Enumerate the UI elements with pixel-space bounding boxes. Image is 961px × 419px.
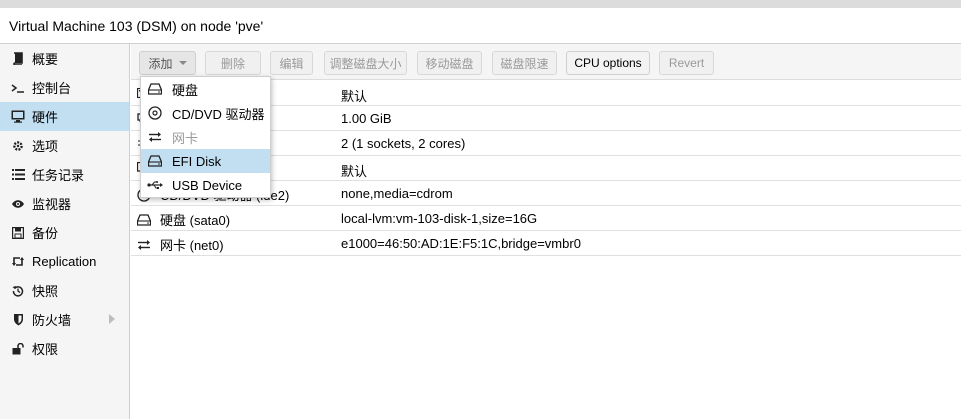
book-icon <box>10 51 26 67</box>
sidebar-item-replication[interactable]: Replication <box>0 247 129 276</box>
sidebar-item-backup[interactable]: 备份 <box>0 218 129 247</box>
window-title: Virtual Machine 103 (DSM) on node 'pve' <box>9 18 264 34</box>
menu-item-harddisk[interactable]: 硬盘 <box>141 77 270 101</box>
add-button-label: 添加 <box>148 56 173 71</box>
sidebar-item-summary[interactable]: 概要 <box>0 44 129 73</box>
move-disk-button[interactable]: 移动磁盘 <box>417 51 482 75</box>
row-value: e1000=46:50:AD:1E:F5:1C,bridge=vmbr0 <box>341 236 581 251</box>
row-value: 1.00 GiB <box>341 111 392 126</box>
shield-icon <box>10 312 26 328</box>
row-value: 2 (1 sockets, 2 cores) <box>341 136 466 151</box>
cdrom-icon <box>147 105 163 121</box>
menu-item-network[interactable]: 网卡 <box>141 125 270 149</box>
row-value: 默认 <box>341 89 368 104</box>
row-value: 默认 <box>341 164 368 179</box>
sidebar-item-hardware[interactable]: 硬件 <box>0 102 129 131</box>
sidebar-item-label: 防火墙 <box>32 313 72 328</box>
add-button[interactable]: 添加 <box>139 51 196 75</box>
menu-item-cdrom[interactable]: CD/DVD 驱动器 <box>141 101 270 125</box>
menu-item-label: 硬盘 <box>172 82 199 98</box>
network-icon <box>147 129 163 145</box>
cpu-options-button[interactable]: CPU options <box>566 51 650 75</box>
add-menu: 硬盘 CD/DVD 驱动器 网卡 EFI Disk USB Device <box>140 76 271 198</box>
sidebar-item-label: 监视器 <box>32 197 72 212</box>
sidebar-item-firewall[interactable]: 防火墙 <box>0 305 129 334</box>
sidebar-item-label: 权限 <box>32 342 59 357</box>
sidebar-item-label: 选项 <box>32 139 59 154</box>
menu-item-label: USB Device <box>172 177 243 193</box>
sidebar: 概要 控制台 硬件 选项 任务记录 监视器 备份 Replication 快照 … <box>0 44 130 419</box>
menu-item-usb-device[interactable]: USB Device <box>141 173 270 197</box>
sidebar-item-monitor[interactable]: 监视器 <box>0 189 129 218</box>
sidebar-item-snapshots[interactable]: 快照 <box>0 276 129 305</box>
sidebar-item-label: 快照 <box>32 284 59 299</box>
table-row[interactable]: 网卡 (net0) e1000=46:50:AD:1E:F5:1C,bridge… <box>131 231 961 256</box>
row-value: local-lvm:vm-103-disk-1,size=16G <box>341 211 538 226</box>
sidebar-item-label: 硬件 <box>32 110 59 125</box>
harddisk-icon <box>147 81 163 97</box>
terminal-icon <box>10 80 26 96</box>
menu-item-efi-disk[interactable]: EFI Disk <box>141 149 270 173</box>
harddisk-icon <box>147 153 163 169</box>
floppy-icon <box>10 225 26 241</box>
harddisk-icon <box>136 212 152 228</box>
retweet-icon <box>10 254 26 270</box>
sidebar-item-console[interactable]: 控制台 <box>0 73 129 102</box>
menu-item-label: CD/DVD 驱动器 <box>172 106 265 122</box>
sidebar-item-label: 控制台 <box>32 81 72 96</box>
top-strip <box>0 0 961 8</box>
unlock-icon <box>10 341 26 357</box>
menu-item-label: 网卡 <box>172 130 199 146</box>
disk-throttle-button[interactable]: 磁盘限速 <box>492 51 557 75</box>
desktop-icon <box>10 109 26 125</box>
expand-arrow-icon[interactable] <box>109 314 115 324</box>
table-row[interactable]: 硬盘 (sata0) local-lvm:vm-103-disk-1,size=… <box>131 206 961 231</box>
sidebar-item-label: 任务记录 <box>32 168 85 183</box>
menu-item-label: EFI Disk <box>172 153 222 169</box>
chevron-down-icon <box>178 61 187 65</box>
history-icon <box>10 283 26 299</box>
usb-icon <box>147 177 163 193</box>
sidebar-item-permissions[interactable]: 权限 <box>0 334 129 363</box>
row-name: 网卡 (net0) <box>160 238 224 253</box>
resize-disk-button[interactable]: 调整磁盘大小 <box>324 51 407 75</box>
network-icon <box>136 237 152 253</box>
sidebar-item-options[interactable]: 选项 <box>0 131 129 160</box>
sidebar-item-label: 备份 <box>32 226 59 241</box>
sidebar-item-label: 概要 <box>32 52 59 67</box>
sidebar-item-label: Replication <box>32 254 97 269</box>
revert-button[interactable]: Revert <box>659 51 714 75</box>
edit-button[interactable]: 编辑 <box>270 51 313 75</box>
row-value: none,media=cdrom <box>341 186 453 201</box>
gear-icon <box>10 138 26 154</box>
remove-button[interactable]: 删除 <box>205 51 261 75</box>
toolbar: 添加 删除 编辑 调整磁盘大小 移动磁盘 磁盘限速 CPU options Re… <box>131 44 961 80</box>
window-titlebar: Virtual Machine 103 (DSM) on node 'pve' <box>0 8 961 44</box>
list-icon <box>10 167 26 183</box>
sidebar-item-task-history[interactable]: 任务记录 <box>0 160 129 189</box>
eye-icon <box>10 196 26 212</box>
row-name: 硬盘 (sata0) <box>160 213 231 228</box>
